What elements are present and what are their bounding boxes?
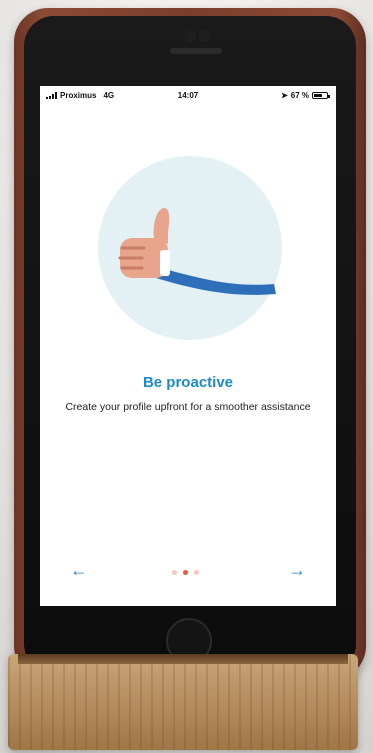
page-dot[interactable] xyxy=(194,570,199,575)
arrow-right-icon[interactable]: → xyxy=(288,560,306,581)
page-dot[interactable] xyxy=(172,570,177,575)
illustration-circle xyxy=(98,156,282,340)
page-dot-active[interactable] xyxy=(183,570,188,575)
phone-screen: Proximus 4G 14:07 ➤ 67 % Be proactive Cr… xyxy=(40,86,336,606)
cuff xyxy=(160,250,170,276)
battery-icon xyxy=(312,92,330,99)
status-right: ➤ 67 % xyxy=(281,91,330,100)
battery-percent: 67 % xyxy=(290,91,309,100)
wooden-stand xyxy=(8,654,358,750)
location-arrow-icon: ➤ xyxy=(281,91,288,100)
status-bar: Proximus 4G 14:07 ➤ 67 % xyxy=(40,86,336,104)
front-camera xyxy=(184,30,196,42)
arrow-left-icon[interactable]: ← xyxy=(70,560,88,581)
page-title: Be proactive xyxy=(142,374,234,391)
stand-slot xyxy=(18,654,348,664)
earpiece-speaker xyxy=(170,48,222,54)
thumbs-up-icon xyxy=(118,208,276,295)
page-indicator xyxy=(172,570,199,575)
page-subtitle: Create your profile upfront for a smooth… xyxy=(65,401,311,413)
battery-fill xyxy=(314,94,323,97)
arm-sleeve xyxy=(156,268,276,295)
